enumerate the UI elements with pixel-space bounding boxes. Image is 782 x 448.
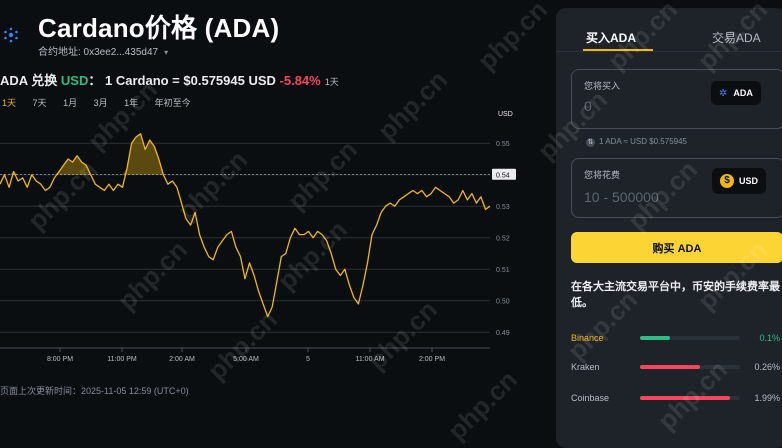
y-tick-label: 0.51 (496, 267, 510, 274)
chevron-down-icon[interactable]: ▾ (164, 48, 168, 57)
y-tick-label: 0.55 (496, 141, 510, 148)
cardano-logo-icon (4, 27, 18, 43)
spend-amount-label: 您将花费 (584, 170, 621, 180)
change-period: 1天 (324, 77, 339, 87)
dollar-coin-icon: $ (720, 174, 734, 188)
ada-coin-selector[interactable]: ✲ ADA (711, 81, 761, 105)
last-updated: 页面上次更新时间：2025-11-05 12:59 (UTC+0) (0, 386, 189, 396)
usd-coin-selector[interactable]: $ USD (712, 168, 767, 194)
page-title: Cardano价格 (ADA) (38, 13, 280, 43)
x-tick-label: 2:00 PM (419, 356, 445, 363)
usd-coin-label: USD (739, 176, 759, 186)
x-tick-label: 11:00 PM (107, 356, 137, 363)
range-tab-3m[interactable]: 3月 (94, 98, 108, 108)
current-price-label: 0.54 (496, 173, 510, 180)
x-tick-label: 2:00 AM (169, 356, 195, 363)
y-axis-label: USD (498, 111, 513, 118)
ada-coin-label: ADA (733, 88, 753, 98)
pair-colon: ： (88, 73, 102, 88)
exchange-rate: ⇅ 1 ADA ≈ USD $0.575945 (586, 137, 687, 147)
y-tick-label: 0.52 (496, 236, 510, 243)
pair-prefix: ADA 兑换 (0, 73, 61, 88)
contract-address[interactable]: 合约地址: 0x3ee2...435d47 ▾ (38, 43, 168, 58)
price-line: ADA 兑换 USD： 1 Cardano = $0.575945 USD -5… (0, 70, 339, 89)
y-tick-label: 0.50 (496, 299, 510, 306)
swap-icon: ⇅ (586, 138, 595, 147)
quote-currency-selector[interactable]: USD (61, 73, 88, 88)
range-tab-7d[interactable]: 7天 (33, 98, 47, 108)
price-change: -5.84% (279, 73, 321, 88)
x-tick-label: 5 (306, 356, 310, 363)
fee-bar (640, 336, 670, 340)
range-tab-1d[interactable]: 1天 (2, 98, 16, 108)
contract-address-text: 合约地址: 0x3ee2...435d47 (38, 47, 159, 58)
tab-divider (556, 51, 782, 52)
exchange-rate-text: 1 ADA ≈ USD $0.575945 (599, 137, 688, 146)
cardano-icon: ✲ (719, 87, 728, 99)
fee-bar (640, 365, 700, 369)
y-tick-label: 0.49 (496, 330, 510, 337)
x-tick-label: 8:00 PM (47, 356, 73, 363)
exchange-fee-value: 0.26% (754, 362, 780, 372)
watermark: php.cn (471, 0, 553, 76)
y-tick-label: 0.53 (496, 204, 510, 211)
exchange-name: Coinbase (571, 393, 610, 403)
range-tab-1m[interactable]: 1月 (63, 98, 77, 108)
exchange-fee-value: 0.1% (759, 333, 780, 343)
exchange-fee-value: 1.99% (754, 393, 780, 403)
